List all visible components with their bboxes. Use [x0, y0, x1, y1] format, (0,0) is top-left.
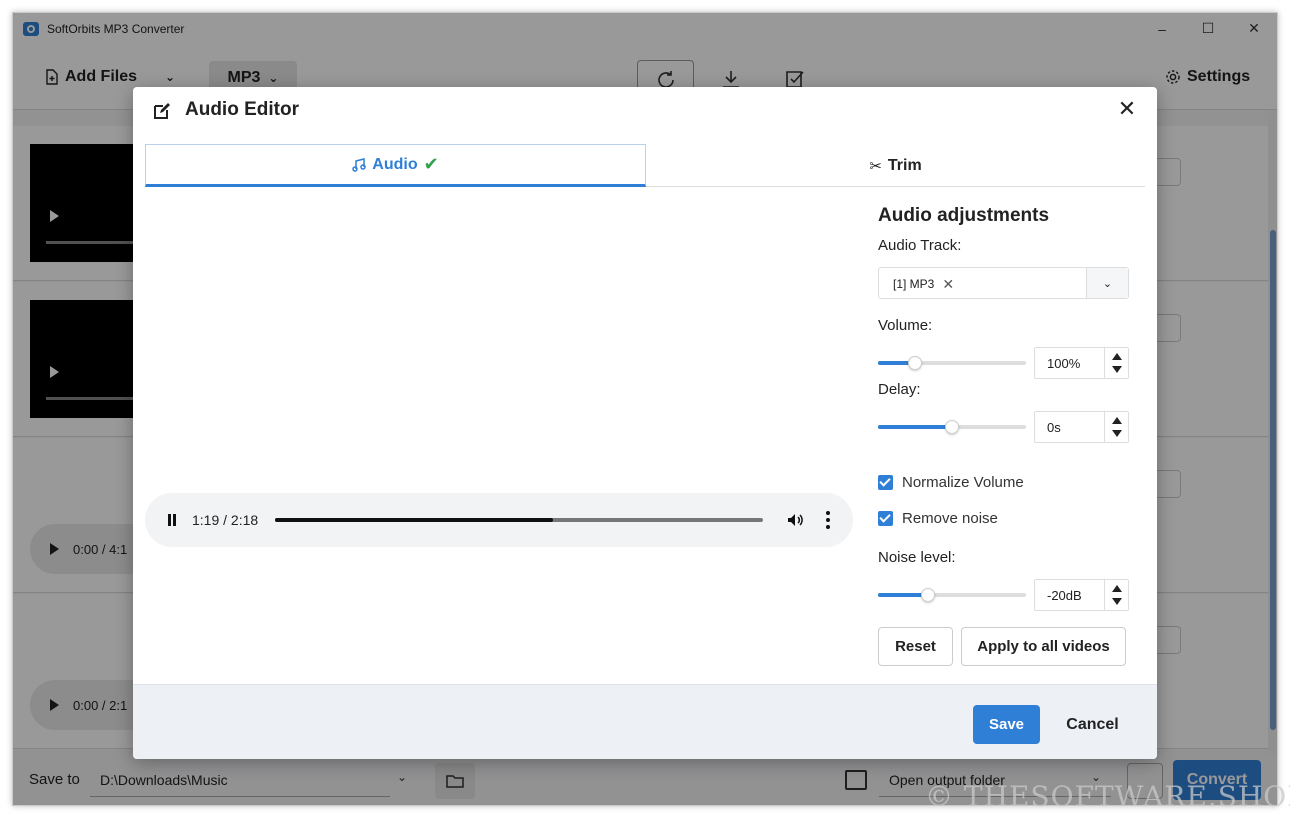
dialog-header: Audio Editor ✕: [133, 87, 1157, 135]
spin-down-icon[interactable]: [1112, 366, 1122, 373]
more-options-icon[interactable]: [822, 511, 834, 529]
scissors-icon: ✂: [869, 157, 882, 175]
delay-spin-buttons: [1104, 412, 1128, 442]
volume-spinbox[interactable]: 100%: [1034, 347, 1129, 379]
remove-chip-icon[interactable]: ✕: [942, 276, 954, 293]
normalize-volume-checkbox[interactable]: Normalize Volume: [878, 474, 1024, 491]
chevron-down-icon: ⌄: [1102, 277, 1113, 290]
apply-to-all-button[interactable]: Apply to all videos: [961, 627, 1126, 666]
dialog-footer: Save Cancel: [133, 684, 1157, 759]
spin-up-icon[interactable]: [1112, 585, 1122, 592]
tab-trim-label: Trim: [887, 156, 922, 174]
checkbox-checked-icon[interactable]: [878, 475, 893, 490]
volume-slider[interactable]: [878, 356, 1026, 370]
tab-bar: Audio ✔ ✂ Trim: [145, 144, 1145, 187]
audio-player: 1:19 / 2:18: [145, 493, 853, 547]
volume-slider-knob[interactable]: [908, 356, 922, 370]
track-dropdown-button[interactable]: ⌄: [1086, 268, 1128, 298]
delay-label: Delay:: [878, 381, 921, 398]
volume-value: 100%: [1047, 356, 1081, 371]
volume-spin-buttons: [1104, 348, 1128, 378]
spin-up-icon[interactable]: [1112, 353, 1122, 360]
delay-slider-fill: [878, 425, 952, 429]
watermark-text: © THESOFTWARE.SHOP: [925, 780, 1290, 813]
save-button[interactable]: Save: [973, 705, 1040, 744]
normalize-volume-label: Normalize Volume: [902, 474, 1024, 491]
audio-track-select[interactable]: [1] MP3 ✕ ⌄: [878, 267, 1129, 299]
remove-noise-label: Remove noise: [902, 510, 998, 527]
audio-track-chip: [1] MP3 ✕: [893, 275, 954, 293]
noise-level-slider[interactable]: [878, 588, 1026, 602]
audio-track-value: [1] MP3: [893, 277, 935, 291]
spin-down-icon[interactable]: [1112, 430, 1122, 437]
check-icon: ✔: [423, 154, 439, 174]
delay-slider[interactable]: [878, 420, 1026, 434]
remove-noise-checkbox[interactable]: Remove noise: [878, 510, 998, 527]
volume-icon[interactable]: [786, 511, 804, 529]
spin-up-icon[interactable]: [1112, 417, 1122, 424]
cancel-button[interactable]: Cancel: [1055, 705, 1130, 744]
player-progress-fill: [275, 518, 554, 522]
audio-track-label: Audio Track:: [878, 237, 962, 254]
spin-down-icon[interactable]: [1112, 598, 1122, 605]
tab-audio-label: Audio: [372, 155, 418, 173]
panel-title: Audio adjustments: [878, 205, 1050, 226]
player-progress-bar[interactable]: [275, 518, 763, 522]
dialog-title: Audio Editor: [185, 99, 299, 120]
checkbox-checked-icon[interactable]: [878, 511, 893, 526]
audio-editor-dialog: Audio Editor ✕ Audio ✔ ✂ Trim 1:19 / 2:1…: [133, 87, 1157, 759]
delay-value: 0s: [1047, 420, 1061, 435]
noise-slider-knob[interactable]: [921, 588, 936, 602]
noise-spin-buttons: [1104, 580, 1128, 610]
tab-audio[interactable]: Audio ✔: [145, 144, 646, 187]
noise-level-label: Noise level:: [878, 549, 956, 566]
reset-button[interactable]: Reset: [878, 627, 953, 666]
noise-level-value: -20dB: [1047, 588, 1082, 603]
tab-trim[interactable]: ✂ Trim: [646, 144, 1145, 187]
player-time: 1:19 / 2:18: [192, 512, 259, 528]
edit-icon: [154, 103, 170, 119]
noise-level-spinbox[interactable]: -20dB: [1034, 579, 1129, 611]
volume-label: Volume:: [878, 317, 933, 334]
music-note-icon: [352, 157, 367, 172]
pause-icon[interactable]: [166, 514, 178, 526]
delay-spinbox[interactable]: 0s: [1034, 411, 1129, 443]
close-icon[interactable]: ✕: [1117, 96, 1137, 121]
delay-slider-knob[interactable]: [945, 420, 959, 434]
